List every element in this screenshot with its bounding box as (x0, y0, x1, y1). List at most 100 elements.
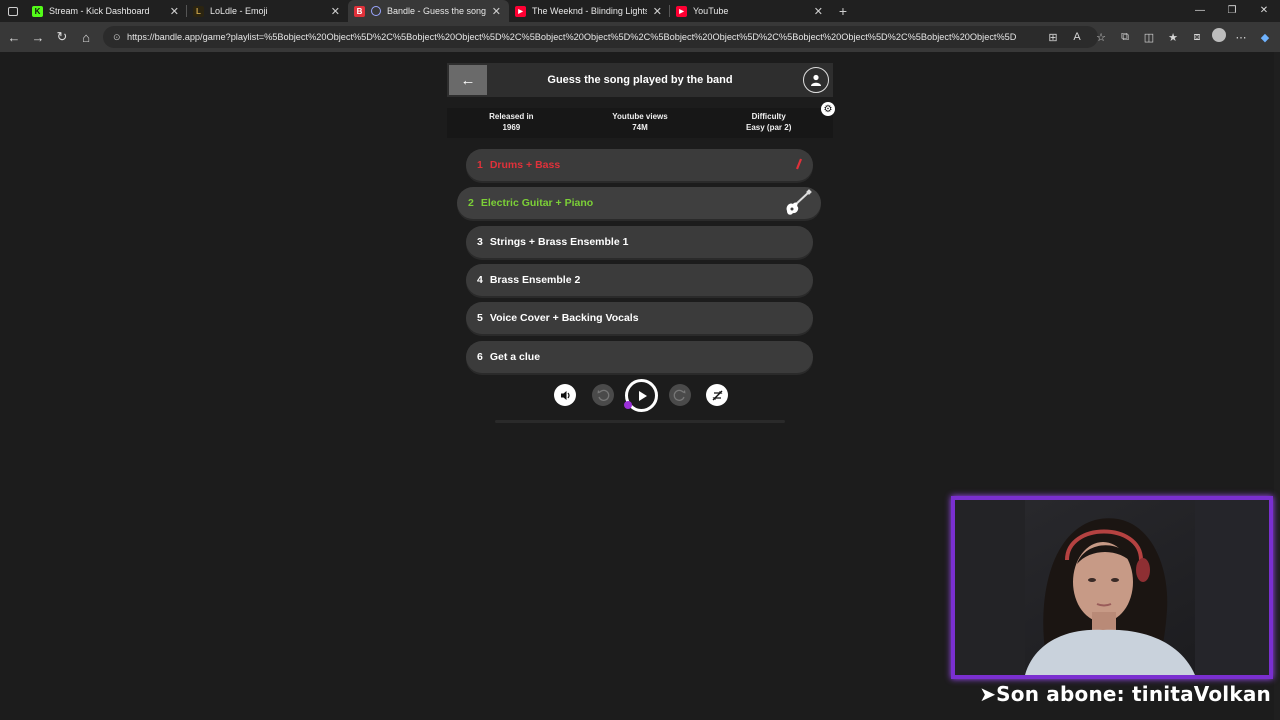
tab-weeknd[interactable]: ▶ The Weeknd - Blinding Lights (OF ✕ (509, 0, 670, 22)
youtube-icon: ▶ (676, 5, 687, 17)
collections-icon[interactable]: ⧈ (1188, 28, 1206, 46)
read-aloud-icon[interactable]: A (1068, 28, 1086, 46)
hint-row-4: 4 Brass Ensemble 2 (466, 264, 813, 296)
tab-bar: K Stream - Kick Dashboard ✕ L LoLdle - E… (0, 0, 1280, 22)
hint-row-6[interactable]: 6 Get a clue (466, 341, 813, 373)
hint-label: Electric Guitar + Piano (480, 197, 594, 209)
settings-gear-icon[interactable]: ⚙ (821, 102, 835, 116)
url-bar[interactable]: ⊙ https://bandle.app/game?playlist=%5Bob… (103, 26, 1098, 48)
favorite-star-icon[interactable]: ☆ (1092, 28, 1110, 46)
forward-icon (673, 389, 686, 401)
tab-kick-dashboard[interactable]: K Stream - Kick Dashboard ✕ (26, 0, 187, 22)
hint-row-5: 5 Voice Cover + Backing Vocals (466, 302, 813, 334)
webcam-overlay (951, 496, 1273, 679)
profile-avatar[interactable] (1212, 28, 1226, 42)
volume-icon (560, 390, 570, 400)
hint-row-3: 3 Strings + Brass Ensemble 1 (466, 226, 813, 258)
game-title: Guess the song played by the band (547, 74, 733, 86)
song-info-bar: Released in 1969 Youtube views 74M Diffi… (447, 108, 833, 138)
no-repeat-icon (712, 390, 722, 400)
hint-label: Drums + Bass (489, 159, 561, 171)
tab-youtube[interactable]: ▶ YouTube ✕ (670, 0, 831, 22)
bandle-icon: B (354, 5, 365, 17)
close-tab-icon[interactable]: ✕ (492, 5, 501, 18)
minimize-icon[interactable]: — (1184, 0, 1216, 22)
volume-button[interactable] (554, 384, 576, 406)
back-button[interactable]: ← (449, 65, 487, 95)
close-tab-icon[interactable]: ✕ (170, 5, 179, 18)
electric-guitar-icon (786, 189, 812, 215)
home-icon[interactable]: ⌂ (74, 25, 98, 49)
released-value: 1969 (502, 122, 521, 132)
hint-label: Get a clue (489, 351, 541, 363)
released-info: Released in 1969 (447, 108, 576, 138)
app-available-icon[interactable]: ⊞ (1044, 28, 1062, 46)
forward-5-button[interactable] (669, 384, 691, 406)
difficulty-label: Difficulty (751, 112, 786, 121)
user-icon (811, 74, 821, 86)
hint-label: Strings + Brass Ensemble 1 (489, 236, 629, 248)
forward-icon[interactable]: → (26, 25, 50, 49)
split-screen-icon[interactable]: ◫ (1140, 28, 1158, 46)
restore-icon[interactable]: ❐ (1216, 0, 1248, 22)
url-text: https://bandle.app/game?playlist=%5Bobje… (127, 32, 1017, 42)
loldle-icon: L (193, 5, 204, 17)
copilot-icon[interactable]: ◆ (1256, 28, 1274, 46)
rewind-5-button[interactable] (592, 384, 614, 406)
rewind-icon (597, 389, 610, 401)
hint-label: Brass Ensemble 2 (489, 274, 581, 286)
difficulty-info: Difficulty Easy (par 2) (704, 108, 833, 138)
page-content: ← Guess the song played by the band Rele… (0, 52, 1280, 720)
hint-number: 3 (477, 236, 483, 248)
skip-button[interactable] (706, 384, 728, 406)
tab-loldle[interactable]: L LoLdle - Emoji ✕ (187, 0, 348, 22)
new-tab-button[interactable]: + (831, 3, 855, 19)
tab-title: LoLdle - Emoji (210, 6, 268, 16)
audio-playing-icon (371, 6, 381, 16)
close-tab-icon[interactable]: ✕ (814, 5, 823, 18)
favorites-icon[interactable]: ★ (1164, 28, 1182, 46)
play-icon (638, 390, 647, 401)
views-value: 74M (632, 122, 648, 132)
youtube-icon: ▶ (515, 5, 526, 17)
close-tab-icon[interactable]: ✕ (331, 5, 340, 18)
hint-number: 6 (477, 351, 483, 363)
released-label: Released in (489, 112, 534, 121)
close-tab-icon[interactable]: ✕ (653, 5, 662, 18)
hint-row-2[interactable]: 2 Electric Guitar + Piano (457, 187, 821, 219)
arrow-left-icon: ← (460, 71, 476, 89)
kick-icon: K (32, 5, 43, 17)
tab-title: Bandle - Guess the song, one (387, 6, 486, 16)
back-icon[interactable]: ← (2, 25, 26, 49)
hint-number: 4 (477, 274, 483, 286)
extensions-icon[interactable]: ⧉ (1116, 28, 1134, 46)
toolbar-icons: ⊞ A ☆ ⧉ ◫ ★ ⧈ ⋯ ◆ (1044, 28, 1274, 46)
mouse-cursor (624, 401, 632, 409)
tab-title: Stream - Kick Dashboard (49, 6, 150, 16)
playback-progress-bar[interactable] (495, 420, 785, 423)
views-info: Youtube views 74M (576, 108, 705, 138)
player-controls (554, 379, 728, 412)
difficulty-value: Easy (par 2) (746, 122, 792, 132)
hint-row-1: 1 Drums + Bass (466, 149, 813, 181)
hint-number: 2 (468, 197, 474, 209)
refresh-icon[interactable]: ↻ (50, 25, 74, 49)
profile-button[interactable] (803, 67, 829, 93)
tab-actions-menu-icon[interactable] (0, 0, 26, 22)
hint-number: 5 (477, 312, 483, 324)
address-toolbar: ← → ↻ ⌂ ⊙ https://bandle.app/game?playli… (0, 22, 1280, 52)
close-window-icon[interactable]: ✕ (1248, 0, 1280, 22)
tab-title: YouTube (693, 6, 729, 16)
tab-bandle[interactable]: B Bandle - Guess the song, one ✕ (348, 0, 509, 22)
page-scrollbar[interactable] (1274, 52, 1280, 720)
hint-label: Voice Cover + Backing Vocals (489, 312, 639, 324)
hint-number: 1 (477, 159, 483, 171)
game-header: ← Guess the song played by the band (447, 63, 833, 97)
wrong-mark-icon (795, 158, 803, 170)
streamer-webcam-image (955, 500, 1269, 675)
window-controls: — ❐ ✕ (1184, 0, 1280, 22)
settings-more-icon[interactable]: ⋯ (1232, 28, 1250, 46)
subscriber-overlay-text: ➤Son abone: tinitaVolkan (979, 682, 1271, 706)
views-label: Youtube views (612, 112, 668, 121)
site-info-icon[interactable]: ⊙ (113, 32, 123, 43)
